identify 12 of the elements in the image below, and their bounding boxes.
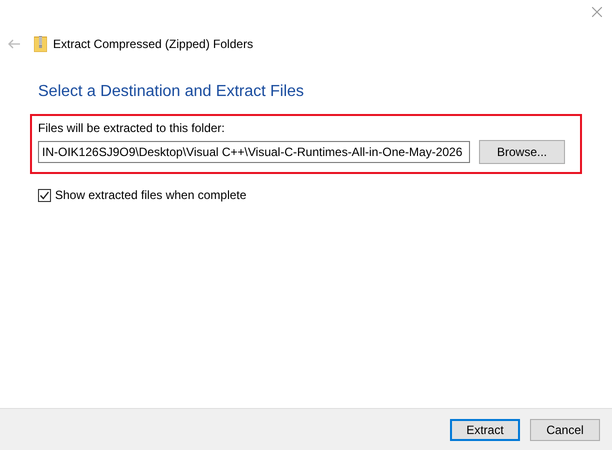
page-heading: Select a Destination and Extract Files — [38, 83, 304, 101]
close-icon[interactable] — [592, 7, 602, 17]
back-arrow-icon[interactable] — [8, 39, 20, 49]
extract-button[interactable]: Extract — [450, 418, 520, 440]
show-files-checkbox[interactable] — [38, 188, 51, 202]
show-files-label: Show extracted files when complete — [55, 188, 246, 202]
window-title: Extract Compressed (Zipped) Folders — [53, 37, 254, 51]
folder-path-field[interactable]: IN-OIK126SJ9O9\Desktop\Visual C++\Visual-C-Runtimes-All-in-One-May-2026 — [38, 141, 470, 163]
cancel-button[interactable]: Cancel — [530, 418, 600, 440]
folder-label: Files will be extracted to this folder: — [38, 121, 225, 135]
zipped-folder-icon — [34, 36, 47, 52]
browse-button[interactable]: Browse... — [479, 140, 565, 164]
